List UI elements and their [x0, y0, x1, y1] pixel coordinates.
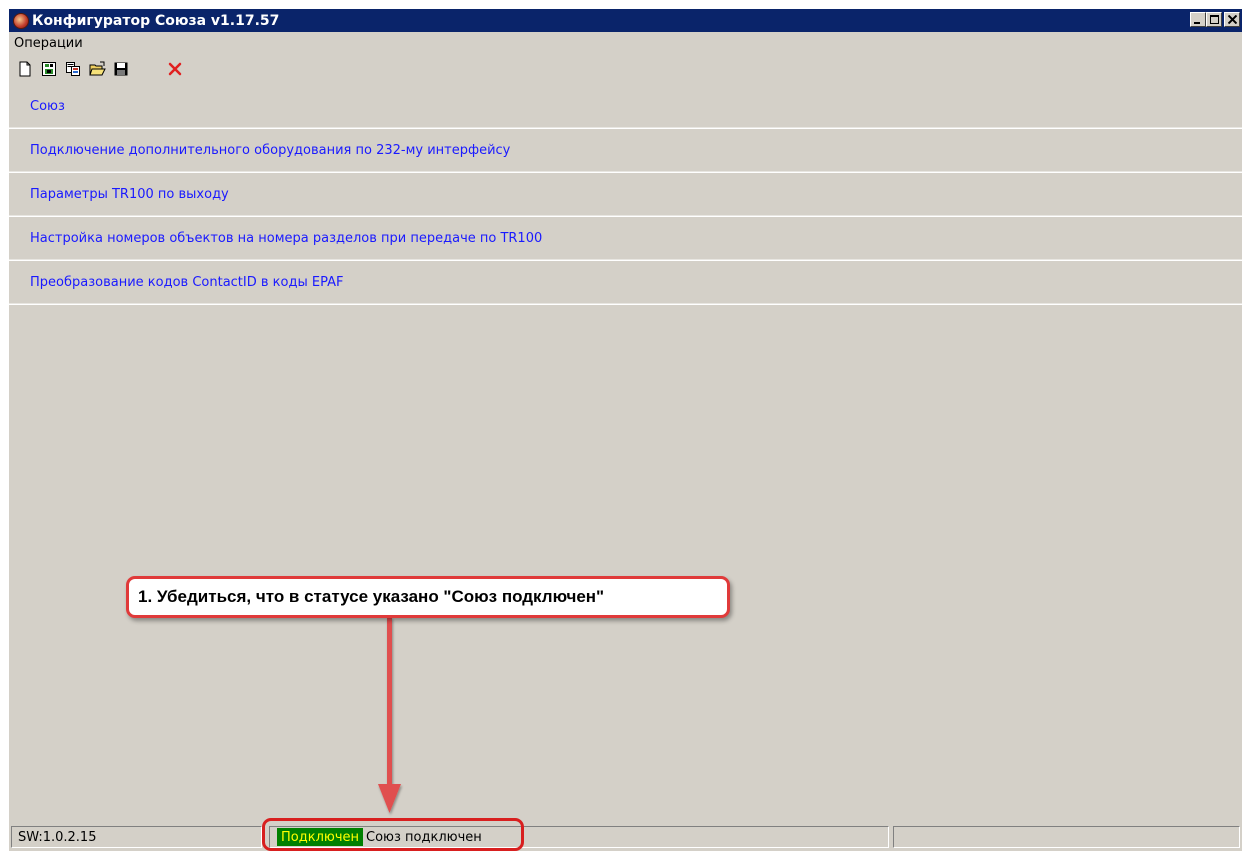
status-panel-version: SW:1.0.2.15 [11, 826, 262, 848]
minimize-button[interactable] [1190, 12, 1206, 27]
section-list: Союз Подключение дополнительного оборудо… [9, 85, 1242, 305]
copy-button[interactable] [62, 58, 84, 80]
menu-bar: Операции [9, 32, 1242, 54]
window-controls [1190, 12, 1240, 27]
section-link-rs232[interactable]: Подключение дополнительного оборудования… [30, 143, 510, 158]
maximize-button[interactable] [1206, 12, 1222, 27]
open-folder-icon [88, 61, 106, 76]
window-title: Конфигуратор Союза v1.17.57 [32, 12, 280, 29]
list-item: Параметры TR100 по выходу [9, 173, 1242, 217]
copy-icon [66, 62, 80, 76]
section-link-soyuz[interactable]: Союз [30, 99, 65, 114]
close-icon [1227, 15, 1237, 24]
list-item: Подключение дополнительного оборудования… [9, 129, 1242, 173]
close-button[interactable] [1224, 12, 1240, 27]
instruction-callout: 1. Убедиться, что в статусе указано "Сою… [126, 576, 730, 618]
delete-icon [168, 62, 182, 76]
app-icon[interactable] [13, 12, 29, 29]
list-item: Преобразование кодов ContactID в коды EP… [9, 261, 1242, 305]
open-button[interactable] [86, 58, 108, 80]
save-button[interactable] [110, 58, 132, 80]
delete-button[interactable] [164, 58, 186, 80]
toolbar [9, 55, 1242, 83]
app-window: Конфигуратор Союза v1.17.57 Операции Сою… [9, 9, 1242, 851]
minimize-icon [1194, 21, 1200, 24]
status-panel-connection: Подключен Союз подключен [269, 826, 889, 848]
status-bar: SW:1.0.2.15 Подключен Союз подключен [9, 823, 1242, 851]
section-link-object-numbers[interactable]: Настройка номеров объектов на номера раз… [30, 231, 542, 246]
menu-operations[interactable]: Операции [10, 36, 87, 51]
sw-version: SW:1.0.2.15 [18, 829, 97, 845]
maximize-icon [1209, 15, 1219, 24]
connection-state-badge: Подключен [277, 828, 363, 846]
status-panel-empty [893, 826, 1240, 848]
list-item: Союз [9, 85, 1242, 129]
device-status: Союз подключен [366, 829, 482, 845]
save-icon [114, 62, 128, 76]
section-link-contactid[interactable]: Преобразование кодов ContactID в коды EP… [30, 275, 343, 290]
new-document-icon [19, 61, 31, 77]
callout-text: 1. Убедиться, что в статусе указано "Сою… [138, 587, 605, 606]
device-icon [42, 62, 56, 76]
section-link-tr100-output[interactable]: Параметры TR100 по выходу [30, 187, 229, 202]
list-item: Настройка номеров объектов на номера раз… [9, 217, 1242, 261]
new-button[interactable] [14, 58, 36, 80]
title-bar[interactable]: Конфигуратор Союза v1.17.57 [9, 9, 1242, 32]
device-button[interactable] [38, 58, 60, 80]
